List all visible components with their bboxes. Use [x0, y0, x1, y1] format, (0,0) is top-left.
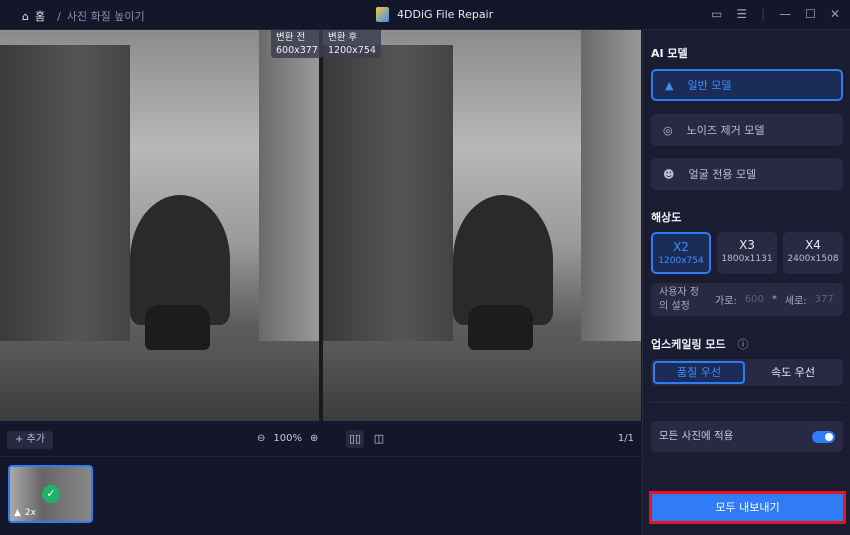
resolution-label: X2: [673, 240, 689, 254]
resolution-size: 2400x1508: [787, 254, 839, 264]
settings-panel: AI 모델 ▲ 일반 모델 ◎ 노이즈 제거 모델 ☻ 얼굴 전용 모델 해상도…: [642, 30, 850, 535]
model-label: 일반 모델: [687, 79, 732, 92]
height-input[interactable]: 377: [815, 294, 834, 305]
custom-label: 사용자 정의 설정: [659, 286, 699, 312]
after-label: 변환 후: [328, 32, 358, 43]
resolution-x4[interactable]: X4 2400x1508: [783, 232, 843, 274]
height-label: 세로:: [784, 296, 807, 307]
after-image: [323, 30, 641, 421]
model-face[interactable]: ☻ 얼굴 전용 모델: [651, 158, 843, 190]
feedback-icon[interactable]: ▭: [711, 7, 722, 21]
model-label: 노이즈 제거 모델: [686, 124, 765, 137]
resolution-title: 해상도: [651, 211, 682, 224]
custom-resolution: 사용자 정의 설정 가로: 600 * 세로: 377: [651, 283, 843, 316]
times-sign: *: [771, 294, 777, 305]
upscale-mode-toggle: 품질 우선 속도 우선: [651, 359, 843, 386]
face-icon: ☻: [663, 167, 675, 181]
landscape-icon: ▲: [665, 78, 674, 92]
resolution-size: 1800x1131: [721, 254, 773, 264]
divider: |: [761, 7, 766, 21]
resolution-label: X3: [739, 238, 755, 252]
viewer-toolbar: + 추가 ⊖ 100% ⊕ ▯▯ ◫ 1/1: [0, 421, 641, 457]
resolution-x2[interactable]: X2 1200x754: [651, 232, 711, 274]
model-label: 얼굴 전용 모델: [688, 168, 757, 181]
before-tag: 변환 전 600x377: [271, 30, 323, 58]
apply-all-toggle[interactable]: [812, 431, 835, 443]
image-compare-viewer[interactable]: 변환 전 600x377 변환 후 1200x754: [0, 30, 641, 421]
breadcrumb: ⌂ 홈 / 사진 화질 높이기: [22, 8, 145, 24]
page-counter: 1/1: [617, 433, 634, 444]
after-tag: 변환 후 1200x754: [323, 30, 381, 58]
zoom-in-icon[interactable]: ⊕: [310, 433, 318, 444]
title-bar: ⌂ 홈 / 사진 화질 높이기 4DDiG File Repair ▭ ☰ | …: [0, 0, 850, 30]
zoom-level: 100%: [273, 433, 302, 444]
divider: [651, 402, 843, 403]
ai-model-title: AI 모델: [651, 47, 688, 60]
maximize-icon[interactable]: ☐: [805, 7, 816, 21]
breadcrumb-home[interactable]: 홈: [35, 8, 45, 24]
before-label: 변환 전: [276, 32, 306, 43]
mode-quality[interactable]: 품질 우선: [653, 361, 745, 384]
resolution-x3[interactable]: X3 1800x1131: [717, 232, 777, 274]
side-by-side-view-icon[interactable]: ▯▯: [346, 430, 364, 448]
info-icon[interactable]: ⓘ: [738, 338, 749, 351]
after-size: 1200x754: [328, 45, 376, 56]
zoom-controls: ⊖ 100% ⊕: [257, 433, 318, 444]
menu-icon[interactable]: ☰: [736, 7, 747, 21]
window-controls: ▭ ☰ | — ☐ ✕: [711, 7, 840, 21]
export-all-button[interactable]: 모두 내보내기: [652, 494, 843, 521]
breadcrumb-separator: /: [57, 9, 61, 23]
home-icon[interactable]: ⌂: [22, 10, 29, 23]
zoom-out-icon[interactable]: ⊖: [257, 433, 265, 444]
image-icon: ▲: [14, 508, 21, 518]
add-button[interactable]: + 추가: [7, 431, 53, 449]
width-input[interactable]: 600: [745, 294, 764, 305]
split-view-icon[interactable]: ◫: [370, 430, 388, 448]
resolution-label: X4: [805, 238, 821, 252]
model-denoise[interactable]: ◎ 노이즈 제거 모델: [651, 114, 843, 146]
resolution-size: 1200x754: [658, 256, 704, 266]
thumbnail-scale: 2x: [24, 508, 36, 518]
close-icon[interactable]: ✕: [830, 7, 840, 21]
check-icon: ✓: [42, 485, 60, 503]
breadcrumb-current: 사진 화질 높이기: [66, 10, 145, 23]
upscale-title-text: 업스케일링 모드: [651, 338, 726, 351]
app-title: 4DDiG File Repair: [376, 7, 493, 22]
minimize-icon[interactable]: —: [779, 7, 791, 21]
width-label: 가로:: [715, 296, 737, 307]
apply-all-row: 모든 사진에 적용: [651, 421, 843, 452]
app-title-text: 4DDiG File Repair: [397, 8, 494, 21]
mode-speed[interactable]: 속도 우선: [747, 361, 839, 384]
before-size: 600x377: [276, 45, 318, 56]
export-highlight: 모두 내보내기: [649, 491, 846, 524]
noise-icon: ◎: [663, 123, 673, 137]
apply-all-label: 모든 사진에 적용: [659, 430, 734, 442]
image-thumbnail[interactable]: ✓ ▲ 2x: [8, 465, 93, 523]
app-logo-icon: [376, 7, 389, 22]
before-image: [0, 30, 319, 421]
upscale-mode-title: 업스케일링 모드 ⓘ: [651, 336, 749, 352]
model-general[interactable]: ▲ 일반 모델: [651, 69, 843, 101]
